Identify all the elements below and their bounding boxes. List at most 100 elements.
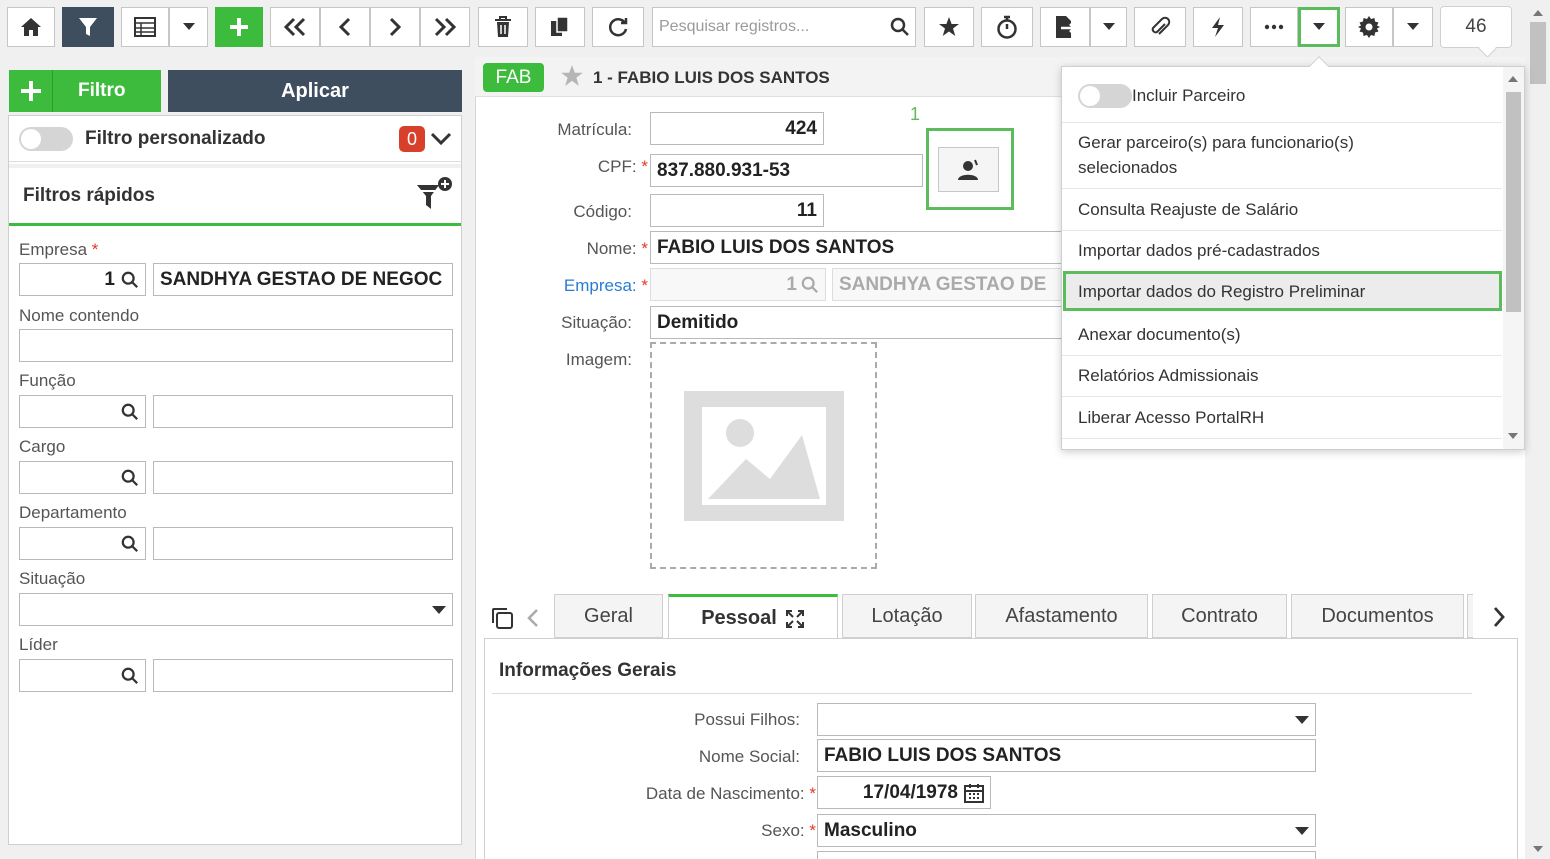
situacao-filter-select[interactable] — [19, 593, 453, 626]
next-record-button[interactable] — [370, 7, 420, 47]
search-icon[interactable] — [121, 403, 139, 421]
more-options-button[interactable] — [1250, 7, 1298, 47]
menu-item-liberar-acesso-portalrh[interactable]: Liberar Acesso PortalRH — [1078, 405, 1264, 430]
tabs-scroll-right-icon[interactable] — [1492, 606, 1506, 628]
search-icon[interactable] — [121, 271, 139, 289]
delete-button[interactable] — [478, 7, 528, 47]
add-record-button[interactable] — [215, 7, 263, 47]
search-icon[interactable] — [121, 667, 139, 685]
more-options-dropdown[interactable] — [1298, 7, 1340, 47]
scroll-down-arrow-icon[interactable] — [1533, 846, 1543, 852]
caret-down-icon — [1313, 23, 1325, 31]
menu-item-consulta-reajuste[interactable]: Consulta Reajuste de Salário — [1078, 197, 1298, 222]
data-nascimento-input[interactable]: 17/04/1978 — [817, 776, 991, 809]
calendar-icon[interactable] — [964, 783, 984, 803]
settings-dropdown[interactable] — [1393, 7, 1433, 47]
menu-scrollbar[interactable] — [1503, 67, 1524, 449]
expand-icon[interactable] — [785, 609, 805, 629]
search-icon[interactable] — [890, 17, 910, 37]
export-dropdown[interactable] — [1090, 7, 1127, 47]
tab-lotacao[interactable]: Lotação — [842, 594, 972, 638]
empresa-name-input[interactable]: SANDHYA GESTAO DE NEGOC — [153, 263, 453, 296]
nome-social-input[interactable]: FABIO LUIS DOS SANTOS — [817, 739, 1316, 772]
custom-filter-toggle[interactable] — [19, 127, 73, 151]
cpf-input[interactable]: 837.880.931-53 — [650, 154, 923, 187]
search-icon[interactable] — [121, 469, 139, 487]
menu-item-importar-pre-cadastrados[interactable]: Importar dados pré-cadastrados — [1078, 238, 1320, 263]
favorite-button[interactable] — [924, 7, 974, 47]
home-button[interactable] — [7, 7, 55, 47]
refresh-button[interactable] — [592, 7, 644, 47]
matricula-input[interactable]: 424 — [650, 112, 824, 145]
scroll-down-arrow-icon[interactable] — [1508, 433, 1518, 439]
duplicate-button[interactable] — [535, 7, 585, 47]
tabs-scroll-left-icon[interactable] — [526, 608, 540, 628]
menu-scroll-thumb[interactable] — [1506, 92, 1521, 312]
tab-afastamento[interactable]: Afastamento — [975, 594, 1148, 638]
search-icon[interactable] — [121, 535, 139, 553]
situacao-select[interactable]: Demitido — [650, 306, 1062, 339]
page-scrollbar[interactable] — [1527, 0, 1550, 859]
menu-item-incluir-parceiro[interactable]: Incluir Parceiro — [1078, 84, 1245, 108]
cargo-code-input[interactable] — [19, 461, 146, 494]
tab-geral[interactable]: Geral — [554, 594, 663, 638]
codigo-input[interactable]: 11 — [650, 194, 824, 227]
tab-pessoal[interactable]: Pessoal — [668, 594, 838, 640]
last-record-button[interactable] — [420, 7, 470, 47]
export-button[interactable] — [1040, 7, 1090, 47]
search-input[interactable] — [659, 18, 890, 36]
scroll-up-arrow-icon[interactable] — [1533, 10, 1543, 16]
incluir-parceiro-toggle[interactable] — [1078, 84, 1132, 108]
chevron-left-icon — [338, 17, 352, 37]
nome-input[interactable]: FABIO LUIS DOS SANTOS — [650, 231, 1062, 264]
grid-view-button[interactable] — [121, 7, 169, 47]
menu-item-importar-registro-preliminar[interactable]: Importar dados do Registro Preliminar — [1063, 271, 1502, 311]
lider-name-input[interactable] — [153, 659, 453, 692]
section-divider — [492, 693, 1472, 694]
lider-code-input[interactable] — [19, 659, 146, 692]
attachment-button[interactable] — [1134, 7, 1186, 47]
lookup-person-button[interactable] — [938, 147, 999, 192]
page-scroll-thumb[interactable] — [1530, 22, 1546, 84]
annotation-number-1: 1 — [910, 104, 921, 124]
filter-settings-icon[interactable] — [415, 175, 455, 215]
nome-contendo-input[interactable] — [19, 329, 453, 362]
scroll-up-arrow-icon[interactable] — [1508, 76, 1518, 82]
previous-record-button[interactable] — [320, 7, 370, 47]
gear-icon — [1358, 16, 1380, 38]
departamento-code-input[interactable] — [19, 527, 146, 560]
funcao-code-input[interactable] — [19, 395, 146, 428]
imagem-label: Imagem: — [565, 350, 632, 369]
menu-item-gerar-parceiros[interactable]: Gerar parceiro(s) para funcionario(s) se… — [1078, 130, 1418, 180]
sexo-select[interactable]: Masculino — [817, 814, 1316, 847]
grid-view-dropdown[interactable] — [169, 7, 208, 47]
caret-down-icon — [182, 23, 195, 31]
funcao-name-input[interactable] — [153, 395, 453, 428]
tab-contrato[interactable]: Contrato — [1152, 594, 1287, 638]
data-nascimento-value: 17/04/1978 — [862, 781, 958, 803]
apply-button[interactable]: Aplicar — [168, 70, 462, 112]
tab-documentos[interactable]: Documentos — [1291, 594, 1464, 638]
actions-button[interactable] — [1193, 7, 1243, 47]
departamento-name-input[interactable] — [153, 527, 453, 560]
paperclip-icon — [1149, 16, 1171, 38]
search-box[interactable] — [652, 7, 916, 47]
menu-item-label: Incluir Parceiro — [1132, 86, 1246, 105]
timer-button[interactable] — [981, 7, 1033, 47]
first-record-button[interactable] — [270, 7, 320, 47]
chevron-down-icon[interactable] — [430, 132, 452, 146]
copy-tab-icon[interactable] — [490, 606, 514, 630]
image-upload-area[interactable] — [650, 342, 877, 569]
image-placeholder-icon — [683, 390, 844, 521]
possui-filhos-label: Possui Filhos: — [694, 710, 800, 729]
menu-item-label: Importar dados do Registro Preliminar — [1078, 282, 1366, 301]
empresa-code-input[interactable]: 1 — [19, 263, 146, 296]
favorite-star-icon[interactable] — [559, 64, 585, 88]
filter-toggle-button[interactable] — [62, 7, 114, 47]
menu-item-anexar-documentos[interactable]: Anexar documento(s) — [1078, 322, 1241, 347]
add-filter-button[interactable]: Filtro — [9, 70, 161, 112]
cargo-name-input[interactable] — [153, 461, 453, 494]
settings-button[interactable] — [1345, 7, 1393, 47]
menu-item-relatorios-admissionais[interactable]: Relatórios Admissionais — [1078, 363, 1258, 388]
possui-filhos-select[interactable] — [817, 703, 1316, 736]
